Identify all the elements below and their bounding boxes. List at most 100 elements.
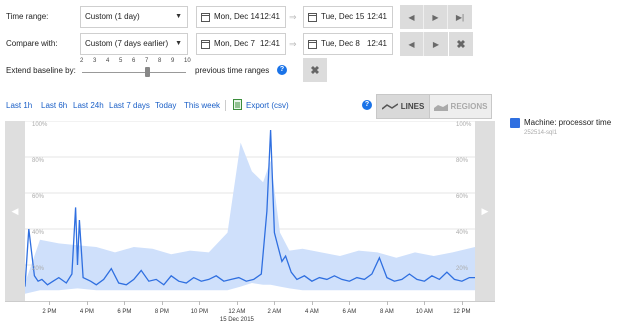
slider-tick-label: 10 [184, 58, 191, 64]
this-week-link[interactable]: This week [184, 101, 220, 110]
today-link[interactable]: Today [155, 101, 176, 110]
compare-next-button[interactable]: ▶ [424, 32, 448, 56]
export-csv-link[interactable]: Export (csv) [246, 101, 289, 110]
triangle-left-icon: ◀ [408, 39, 415, 49]
baseline-suffix: previous time ranges [195, 66, 270, 75]
x-tick-label: 6 PM [117, 309, 132, 315]
x-tick-mark [124, 301, 126, 305]
time-range-start-field[interactable]: Mon, Dec 14 12:41 [196, 6, 286, 28]
lines-label: LINES [400, 102, 425, 111]
remove-comparison-button[interactable]: ✖ [449, 32, 473, 56]
calendar-icon [308, 40, 317, 49]
regions-icon [433, 103, 448, 111]
x-tick-mark [311, 301, 313, 305]
x-tick-mark [236, 301, 238, 305]
slider-tick-label: 8 [158, 58, 162, 64]
export-csv-icon [233, 99, 242, 110]
link-divider [225, 100, 226, 111]
y-tick-label: 80% [32, 158, 45, 164]
chevron-down-icon: ▼ [175, 13, 182, 20]
slider-tick-label: 6 [132, 58, 136, 64]
compare-end-field[interactable]: Tue, Dec 8 12:41 [303, 33, 393, 55]
end-time: 12:41 [366, 12, 387, 21]
compare-select[interactable]: Custom (7 days earlier) ▼ [80, 33, 188, 55]
processor-time-chart [25, 121, 475, 301]
x-tick-label: 6 AM [342, 309, 357, 315]
triangle-left-icon: ◀ [11, 205, 19, 216]
baseline-label: Extend baseline by: [6, 66, 76, 75]
time-range-value: Custom (1 day) [85, 12, 140, 21]
legend-swatch[interactable] [510, 118, 520, 128]
y-tick-label: 100% [456, 122, 472, 128]
remove-baseline-button[interactable]: ✖ [303, 58, 327, 82]
scroll-right-button[interactable]: ▶ [475, 121, 495, 301]
time-range-select[interactable]: Custom (1 day) ▼ [80, 6, 188, 28]
calendar-icon [308, 13, 317, 22]
lines-icon [381, 102, 398, 110]
x-tick-mark [386, 301, 388, 305]
time-range-nav: ◀ ▶ ▶| [400, 5, 472, 29]
baseline-slider[interactable]: 2 3 4 5 6 7 8 9 10 [80, 58, 191, 78]
x-tick-label: 10 AM [415, 309, 433, 315]
skip-to-end-button[interactable]: ▶| [448, 5, 472, 29]
view-toggle: LINES REGIONS [376, 94, 492, 119]
compare-start-field[interactable]: Mon, Dec 7 12:41 [196, 33, 286, 55]
x-tick-label: 8 PM [154, 309, 169, 315]
slider-thumb[interactable] [145, 67, 150, 77]
x-tick-mark [49, 301, 51, 305]
y-tick-label: 60% [32, 194, 45, 200]
triangle-right-icon: ▶ [432, 39, 440, 49]
end-date: Tue, Dec 15 [321, 12, 365, 21]
x-tick-mark [349, 301, 351, 305]
x-sublabel: 15 Dec 2015 [219, 317, 254, 323]
last-7days-link[interactable]: Last 7 days [109, 101, 150, 110]
slider-tick-label: 2 [80, 58, 84, 64]
x-tick-label: 4 AM [305, 309, 319, 315]
compare-previous-button[interactable]: ◀ [400, 32, 424, 56]
y-tick-label: 60% [456, 194, 469, 200]
y-tick-label: 40% [456, 230, 469, 236]
arrow-right-icon: ⇒ [289, 12, 297, 22]
slider-tick-label: 4 [106, 58, 110, 64]
last-1h-link[interactable]: Last 1h [6, 101, 32, 110]
slider-tick-label: 5 [119, 58, 123, 64]
y-tick-label: 40% [32, 230, 45, 236]
x-tick-mark [424, 301, 426, 305]
compare-nav: ◀ ▶ [400, 32, 448, 56]
regions-button[interactable]: REGIONS [429, 95, 491, 118]
x-tick-mark [86, 301, 88, 305]
y-tick-label: 100% [32, 122, 48, 128]
x-tick-label: 2 AM [267, 309, 282, 315]
x-tick-mark [274, 301, 276, 305]
compare-label: Compare with: [6, 39, 58, 48]
x-tick-mark [199, 301, 201, 305]
legend-series-name[interactable]: Machine: processor time [524, 118, 611, 127]
triangle-right-icon: ▶ [432, 12, 439, 22]
close-icon: ✖ [456, 38, 466, 51]
y-tick-label: 80% [456, 158, 469, 164]
x-tick-label: 12 PM [453, 309, 471, 315]
last-6h-link[interactable]: Last 6h [41, 101, 67, 110]
triangle-right-icon: ▶ [481, 205, 489, 216]
x-tick-label: 4 PM [79, 309, 94, 315]
calendar-icon [201, 40, 210, 49]
help-icon[interactable]: ? [277, 65, 287, 75]
compare-start-date: Mon, Dec 7 [214, 39, 255, 48]
compare-start-time: 12:41 [259, 39, 280, 48]
next-range-button[interactable]: ▶ [424, 5, 448, 29]
x-tick-mark [461, 301, 463, 305]
time-range-label: Time range: [6, 12, 49, 21]
legend-series-source: 252514-sql1 [524, 130, 558, 136]
previous-range-button[interactable]: ◀ [400, 5, 424, 29]
x-tick-label: 12 AM [228, 309, 246, 315]
last-24h-link[interactable]: Last 24h [73, 101, 104, 110]
compare-end-date: Tue, Dec 8 [321, 39, 360, 48]
lines-button[interactable]: LINES [377, 95, 429, 118]
slider-track [82, 72, 186, 73]
time-range-end-field[interactable]: Tue, Dec 15 12:41 [303, 6, 393, 28]
y-tick-label: 20% [456, 266, 469, 272]
scroll-left-button[interactable]: ◀ [5, 121, 25, 301]
x-tick-label: 10 PM [190, 309, 209, 315]
help-icon[interactable]: ? [362, 100, 372, 110]
x-tick-label: 2 PM [42, 309, 57, 315]
